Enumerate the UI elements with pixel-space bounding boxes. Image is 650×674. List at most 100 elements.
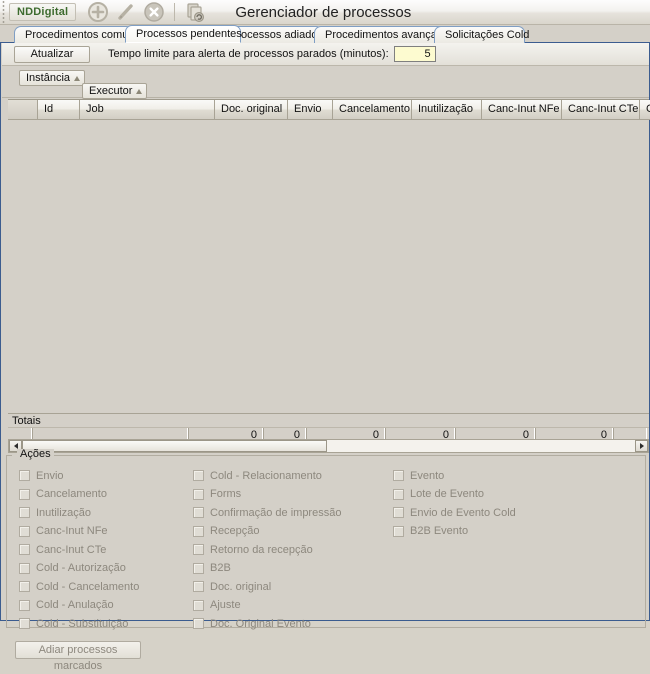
checkbox-label: Confirmação de impressão (210, 507, 341, 519)
checkbox-ajuste[interactable] (193, 600, 204, 611)
checkbox-label: Cold - Anulação (36, 599, 114, 611)
checkbox-cold-cancelamento[interactable] (19, 581, 30, 592)
checkbox-row-doc-original[interactable]: Doc. original (193, 578, 341, 595)
checkbox-inutilizacao[interactable] (19, 507, 30, 518)
checkbox-row-ajuste[interactable]: Ajuste (193, 597, 341, 614)
checkbox-row-recepcao[interactable]: Recepção (193, 523, 341, 540)
checkbox-row-envio-evento-cold[interactable]: Envio de Evento Cold (393, 504, 516, 521)
checkbox-row-forms[interactable]: Forms (193, 486, 341, 503)
process-grid: Id Job Doc. original Envio Cancelamento … (8, 99, 649, 412)
scroll-right-arrow-icon[interactable] (635, 440, 648, 452)
checkbox-row-b2b[interactable]: B2B (193, 560, 341, 577)
actions-groupbox: Ações Envio Cancelamento Inutilização Ca… (6, 455, 646, 628)
edit-pencil-icon[interactable] (114, 0, 138, 24)
checkbox-label: Retorno da recepção (210, 544, 313, 556)
checkbox-forms[interactable] (193, 489, 204, 500)
scrollbar-track[interactable] (22, 440, 635, 452)
checkbox-canc-inut-nfe[interactable] (19, 526, 30, 537)
grid-header-row: Id Job Doc. original Envio Cancelamento … (8, 100, 649, 120)
checkbox-row-cold-anulacao[interactable]: Cold - Anulação (19, 597, 139, 614)
checkbox-label: Canc-Inut NFe (36, 525, 108, 537)
checkbox-row-cold-cancelamento[interactable]: Cold - Cancelamento (19, 578, 139, 595)
checkbox-label: B2B (210, 562, 231, 574)
checkbox-confirmacao-impressao[interactable] (193, 507, 204, 518)
checkbox-envio-evento-cold[interactable] (393, 507, 404, 518)
column-header-cancelamento[interactable]: Cancelamento (333, 100, 412, 120)
group-by-panel[interactable]: Instância Executor (2, 66, 649, 98)
column-header-inutilizacao[interactable]: Inutilização (412, 100, 482, 120)
checkbox-b2b[interactable] (193, 563, 204, 574)
checkbox-row-lote-de-evento[interactable]: Lote de Evento (393, 486, 516, 503)
group-chip-instancia[interactable]: Instância (19, 70, 85, 86)
postpone-marked-processes-button[interactable]: Adiar processos marcados (15, 641, 141, 659)
scrollbar-thumb[interactable] (22, 440, 327, 452)
column-header-canc-inut-cte[interactable]: Canc-Inut CTe (562, 100, 640, 120)
checkbox-label: Cold - Relacionamento (210, 470, 322, 482)
checkbox-row-confirmacao-impressao[interactable]: Confirmação de impressão (193, 504, 341, 521)
grid-horizontal-scrollbar[interactable] (8, 439, 649, 453)
checkbox-row-cancelamento[interactable]: Cancelamento (19, 486, 139, 503)
column-header-cold-autorizacao[interactable]: Cold - Autori (640, 100, 650, 120)
tab-processos-pendentes[interactable]: Processos pendentes (125, 25, 241, 43)
column-header-id[interactable]: Id (38, 100, 80, 120)
checkbox-label: Inutilização (36, 507, 91, 519)
actions-column-2: Cold - Relacionamento Forms Confirmação … (193, 467, 341, 634)
checkbox-envio[interactable] (19, 470, 30, 481)
checkbox-cold-autorizacao[interactable] (19, 563, 30, 574)
checkbox-label: Cold - Substituição (36, 618, 128, 630)
sort-ascending-icon[interactable] (74, 76, 80, 81)
checkbox-row-cold-substituicao[interactable]: Cold - Substituição (19, 615, 139, 632)
checkbox-label: Doc. Original Evento (210, 618, 311, 630)
grid-body-empty[interactable] (8, 120, 649, 412)
checkbox-row-inutilizacao[interactable]: Inutilização (19, 504, 139, 521)
checkbox-row-b2b-evento[interactable]: B2B Evento (393, 523, 516, 540)
checkbox-cancelamento[interactable] (19, 489, 30, 500)
delete-icon[interactable] (142, 0, 166, 24)
column-header-job[interactable]: Job (80, 100, 215, 120)
checkbox-label: Evento (410, 470, 444, 482)
actions-column-1: Envio Cancelamento Inutilização Canc-Inu… (19, 467, 139, 634)
checkbox-retorno-recepcao[interactable] (193, 544, 204, 555)
checkbox-doc-original-evento[interactable] (193, 618, 204, 629)
checkbox-label: Cold - Cancelamento (36, 581, 139, 593)
add-icon[interactable] (86, 0, 110, 24)
checkbox-recepcao[interactable] (193, 526, 204, 537)
actions-legend: Ações (17, 449, 54, 460)
tab-label: Processos adiados (230, 29, 323, 41)
group-chip-label: Instância (26, 72, 70, 84)
checkbox-lote-de-evento[interactable] (393, 489, 404, 500)
refresh-button[interactable]: Atualizar (14, 46, 90, 63)
sort-ascending-icon[interactable] (136, 89, 142, 94)
checkbox-label: Ajuste (210, 599, 241, 611)
copy-refresh-icon[interactable] (183, 0, 207, 24)
checkbox-row-retorno-recepcao[interactable]: Retorno da recepção (193, 541, 341, 558)
time-limit-input[interactable] (394, 46, 436, 62)
tab-solicitacoes-cold[interactable]: Solicitações Cold (434, 26, 525, 43)
toolbar-drag-grip[interactable] (0, 0, 7, 25)
checkbox-b2b-evento[interactable] (393, 526, 404, 537)
group-chip-label: Executor (89, 85, 132, 97)
checkbox-row-canc-inut-cte[interactable]: Canc-Inut CTe (19, 541, 139, 558)
checkbox-cold-substituicao[interactable] (19, 618, 30, 629)
group-chip-executor[interactable]: Executor (82, 83, 147, 99)
column-header-canc-inut-nfe[interactable]: Canc-Inut NFe (482, 100, 562, 120)
tab-label: Processos pendentes (136, 28, 242, 40)
checkbox-evento[interactable] (393, 470, 404, 481)
checkbox-row-canc-inut-nfe[interactable]: Canc-Inut NFe (19, 523, 139, 540)
checkbox-row-cold-relacionamento[interactable]: Cold - Relacionamento (193, 467, 341, 484)
checkbox-row-envio[interactable]: Envio (19, 467, 139, 484)
tab-procedimentos-comuns[interactable]: Procedimentos comuns (14, 26, 133, 43)
column-header-envio[interactable]: Envio (288, 100, 333, 120)
checkbox-row-evento[interactable]: Evento (393, 467, 516, 484)
column-header-doc-original[interactable]: Doc. original (215, 100, 288, 120)
checkbox-label: Envio de Evento Cold (410, 507, 516, 519)
checkbox-cold-anulacao[interactable] (19, 600, 30, 611)
checkbox-label: Cold - Autorização (36, 562, 126, 574)
checkbox-doc-original[interactable] (193, 581, 204, 592)
checkbox-cold-relacionamento[interactable] (193, 470, 204, 481)
tab-procedimentos-avancados[interactable]: Procedimentos avançados (314, 26, 452, 43)
checkbox-canc-inut-cte[interactable] (19, 544, 30, 555)
checkbox-row-cold-autorizacao[interactable]: Cold - Autorização (19, 560, 139, 577)
checkbox-row-doc-original-evento[interactable]: Doc. Original Evento (193, 615, 341, 632)
toolbar-separator (174, 3, 175, 21)
